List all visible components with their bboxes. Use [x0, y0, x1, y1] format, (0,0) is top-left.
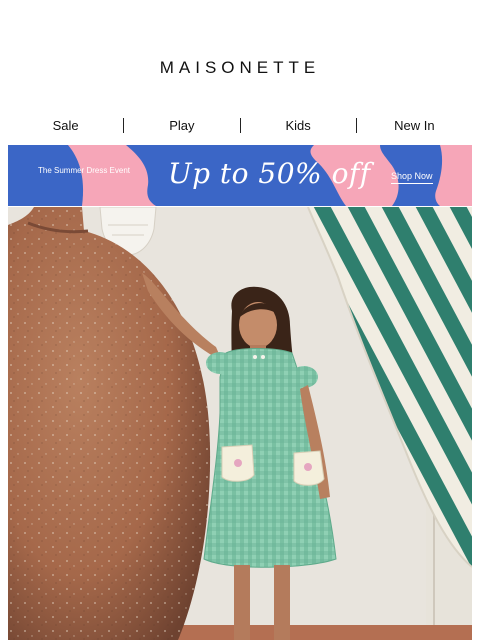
- shop-now-link[interactable]: Shop Now: [391, 171, 433, 184]
- main-nav: Sale Play Kids New In: [8, 116, 472, 134]
- hero-image[interactable]: [8, 207, 472, 640]
- banner-headline: Up to 50% off: [168, 157, 371, 190]
- banner-event-text: The Summer Dress Event: [37, 166, 131, 175]
- hero-illustration: [8, 207, 472, 640]
- nav-item-kids[interactable]: Kids: [241, 118, 356, 133]
- promo-banner[interactable]: The Summer Dress Event Up to 50% off Sho…: [8, 145, 472, 206]
- brand-logo[interactable]: MAISONETTE: [0, 58, 480, 78]
- nav-item-play[interactable]: Play: [124, 118, 239, 133]
- nav-item-new-in[interactable]: New In: [357, 118, 472, 133]
- nav-item-sale[interactable]: Sale: [8, 118, 123, 133]
